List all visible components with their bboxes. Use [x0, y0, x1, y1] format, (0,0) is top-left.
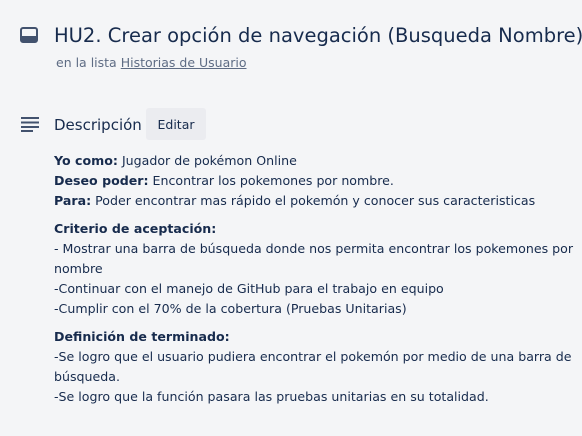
yo-como-line: Yo como: Jugador de pokémon Online — [54, 151, 574, 171]
criterio-item: - Mostrar una barra de búsqueda donde no… — [54, 241, 574, 276]
description-heading: Descripción — [54, 116, 142, 134]
definicion-item: -Se logro que el usuario pudiera encontr… — [54, 349, 572, 384]
para-label: Para: — [54, 193, 92, 208]
para-value: Poder encontrar mas rápido el pokemón y … — [91, 193, 536, 208]
criterio-item: -Cumplir con el 70% de la cobertura (Pru… — [54, 301, 407, 316]
definicion-item: -Se logro que la función pasara las prue… — [54, 389, 489, 404]
list-prefix: en la lista — [56, 55, 117, 70]
description-body[interactable]: Yo como: Jugador de pokémon Online Deseo… — [54, 151, 574, 415]
deseo-label: Deseo poder: — [54, 173, 149, 188]
definition-of-done-block: Definición de terminado: -Se logro que e… — [54, 327, 574, 407]
list-link[interactable]: Historias de Usuario — [121, 55, 247, 70]
acceptance-criteria-block: Criterio de aceptación: - Mostrar una ba… — [54, 219, 574, 319]
card-title[interactable]: HU2. Crear opción de navegación (Busqued… — [54, 23, 582, 49]
yo-como-value: Jugador de pokémon Online — [117, 153, 297, 168]
list-reference: en la lista Historias de Usuario — [56, 54, 247, 72]
para-line: Para: Poder encontrar mas rápido el poke… — [54, 191, 574, 211]
criterio-heading: Criterio de aceptación: — [54, 219, 574, 239]
definicion-heading: Definición de terminado: — [54, 327, 574, 347]
description-lines-icon — [20, 116, 40, 132]
criterio-label: Criterio de aceptación: — [54, 221, 217, 236]
card-icon — [20, 27, 38, 43]
deseo-line: Deseo poder: Encontrar los pokemones por… — [54, 171, 574, 191]
yo-como-label: Yo como: — [54, 153, 118, 168]
edit-description-button[interactable]: Editar — [146, 108, 206, 140]
card-detail: HU2. Crear opción de navegación (Busqued… — [0, 0, 582, 436]
criterio-item: -Continuar con el manejo de GitHub para … — [54, 281, 444, 296]
definicion-label: Definición de terminado: — [54, 329, 230, 344]
deseo-value: Encontrar los pokemones por nombre. — [148, 173, 394, 188]
user-story-block: Yo como: Jugador de pokémon Online Deseo… — [54, 151, 574, 211]
